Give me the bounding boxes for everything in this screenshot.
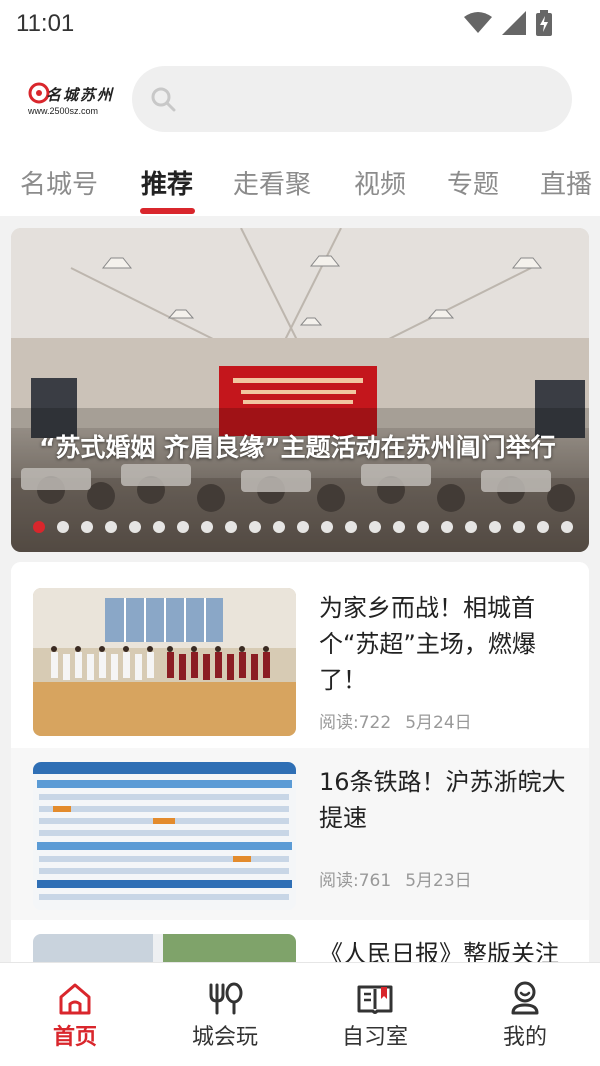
carousel-dot[interactable] (201, 521, 213, 533)
carousel-dot[interactable] (537, 521, 549, 533)
home-icon (59, 983, 91, 1015)
carousel-dot[interactable] (273, 521, 285, 533)
carousel-dot[interactable] (225, 521, 237, 533)
news-read-count: 阅读:722 (319, 713, 392, 733)
carousel-dot[interactable] (129, 521, 141, 533)
news-date: 5月24日 (405, 713, 472, 733)
news-date: 5月23日 (405, 871, 472, 891)
banner-carousel[interactable]: “苏式婚姻 齐眉良缘”主题活动在苏州阊门举行 (11, 228, 589, 552)
nav-study-room-label: 自习室 (341, 1025, 408, 1050)
search-input[interactable] (132, 66, 572, 132)
app-logo: 名城苏州 www.2500sz.com (26, 80, 112, 120)
carousel-dot[interactable] (57, 521, 69, 533)
basketball-team-photo (33, 588, 296, 736)
news-read-count: 阅读:761 (319, 871, 392, 891)
status-bar: 11:01 (0, 0, 600, 50)
carousel-dot[interactable] (369, 521, 381, 533)
book-icon (357, 985, 393, 1014)
carousel-dot[interactable] (513, 521, 525, 533)
logo-url: www.2500sz.com (28, 106, 99, 116)
banner-image (11, 228, 589, 552)
carousel-dot[interactable] (249, 521, 261, 533)
tab-recommend[interactable]: 推荐 (141, 164, 193, 201)
news-item-1[interactable]: 为家乡而战！相城首个“苏超”主场，燃爆了！ 阅读:722 5月24日 (11, 562, 589, 736)
nav-city-play-label: 城会玩 (191, 1025, 258, 1050)
nav-city-play[interactable]: 城会玩 (150, 963, 300, 1066)
carousel-dot[interactable] (345, 521, 357, 533)
category-tabs: 名城号 推荐 走看聚 视频 专题 直播 (0, 148, 600, 216)
nav-home[interactable]: 首页 (0, 963, 150, 1066)
nav-home-label: 首页 (52, 1025, 97, 1050)
carousel-dot[interactable] (441, 521, 453, 533)
status-time: 11:01 (16, 10, 75, 37)
carousel-dot[interactable] (465, 521, 477, 533)
carousel-dot[interactable] (489, 521, 501, 533)
news-title: 16条铁路！沪苏浙皖大提速 (319, 768, 566, 832)
active-tab-indicator (140, 208, 195, 214)
tab-live[interactable]: 直播 (540, 164, 592, 201)
app-screen: 11:01 名城苏州 www.2500sz.com 名城号 推荐 走看聚 视频 … (0, 0, 600, 1066)
carousel-dot[interactable] (81, 521, 93, 533)
tab-zoukanju[interactable]: 走看聚 (233, 164, 311, 201)
wifi-icon (464, 12, 492, 33)
tab-video[interactable]: 视频 (354, 164, 406, 201)
battery-icon (536, 10, 552, 36)
user-icon (511, 981, 539, 1015)
tab-mingchenghao[interactable]: 名城号 (20, 164, 98, 201)
carousel-dot[interactable] (417, 521, 429, 533)
news-meta: 阅读:722 5月24日 (319, 708, 472, 733)
status-icons (464, 10, 552, 36)
news-meta: 阅读:761 5月23日 (319, 866, 472, 891)
carousel-dots (33, 521, 573, 533)
nav-study-room[interactable]: 自习室 (300, 963, 450, 1066)
nav-mine-label: 我的 (502, 1025, 547, 1050)
search-icon (151, 87, 176, 112)
news-thumbnail (33, 588, 296, 736)
carousel-dot[interactable] (393, 521, 405, 533)
news-thumbnail (33, 762, 296, 910)
bottom-navigation: 首页 城会玩 自习室 我的 (0, 962, 600, 1066)
tab-topics[interactable]: 专题 (447, 164, 499, 201)
carousel-dot[interactable] (297, 521, 309, 533)
carousel-dot[interactable] (105, 521, 117, 533)
railway-document-image (33, 762, 296, 910)
carousel-dot[interactable] (321, 521, 333, 533)
carousel-dot[interactable] (561, 521, 573, 533)
signal-icon (502, 11, 526, 35)
logo-text: 名城苏州 (46, 86, 115, 104)
app-header: 名城苏州 www.2500sz.com (0, 50, 600, 148)
carousel-dot[interactable] (33, 521, 45, 533)
carousel-dot[interactable] (153, 521, 165, 533)
news-list: 为家乡而战！相城首个“苏超”主场，燃爆了！ 阅读:722 5月24日 16条铁路… (11, 562, 589, 982)
fork-spoon-icon (209, 982, 243, 1015)
news-item-2[interactable]: 16条铁路！沪苏浙皖大提速 阅读:761 5月23日 (11, 748, 589, 920)
news-title: 为家乡而战！相城首个“苏超”主场，燃爆了！ (319, 594, 536, 694)
carousel-dot[interactable] (177, 521, 189, 533)
banner-title: “苏式婚姻 齐眉良缘”主题活动在苏州阊门举行 (39, 433, 556, 462)
nav-mine[interactable]: 我的 (450, 963, 600, 1066)
